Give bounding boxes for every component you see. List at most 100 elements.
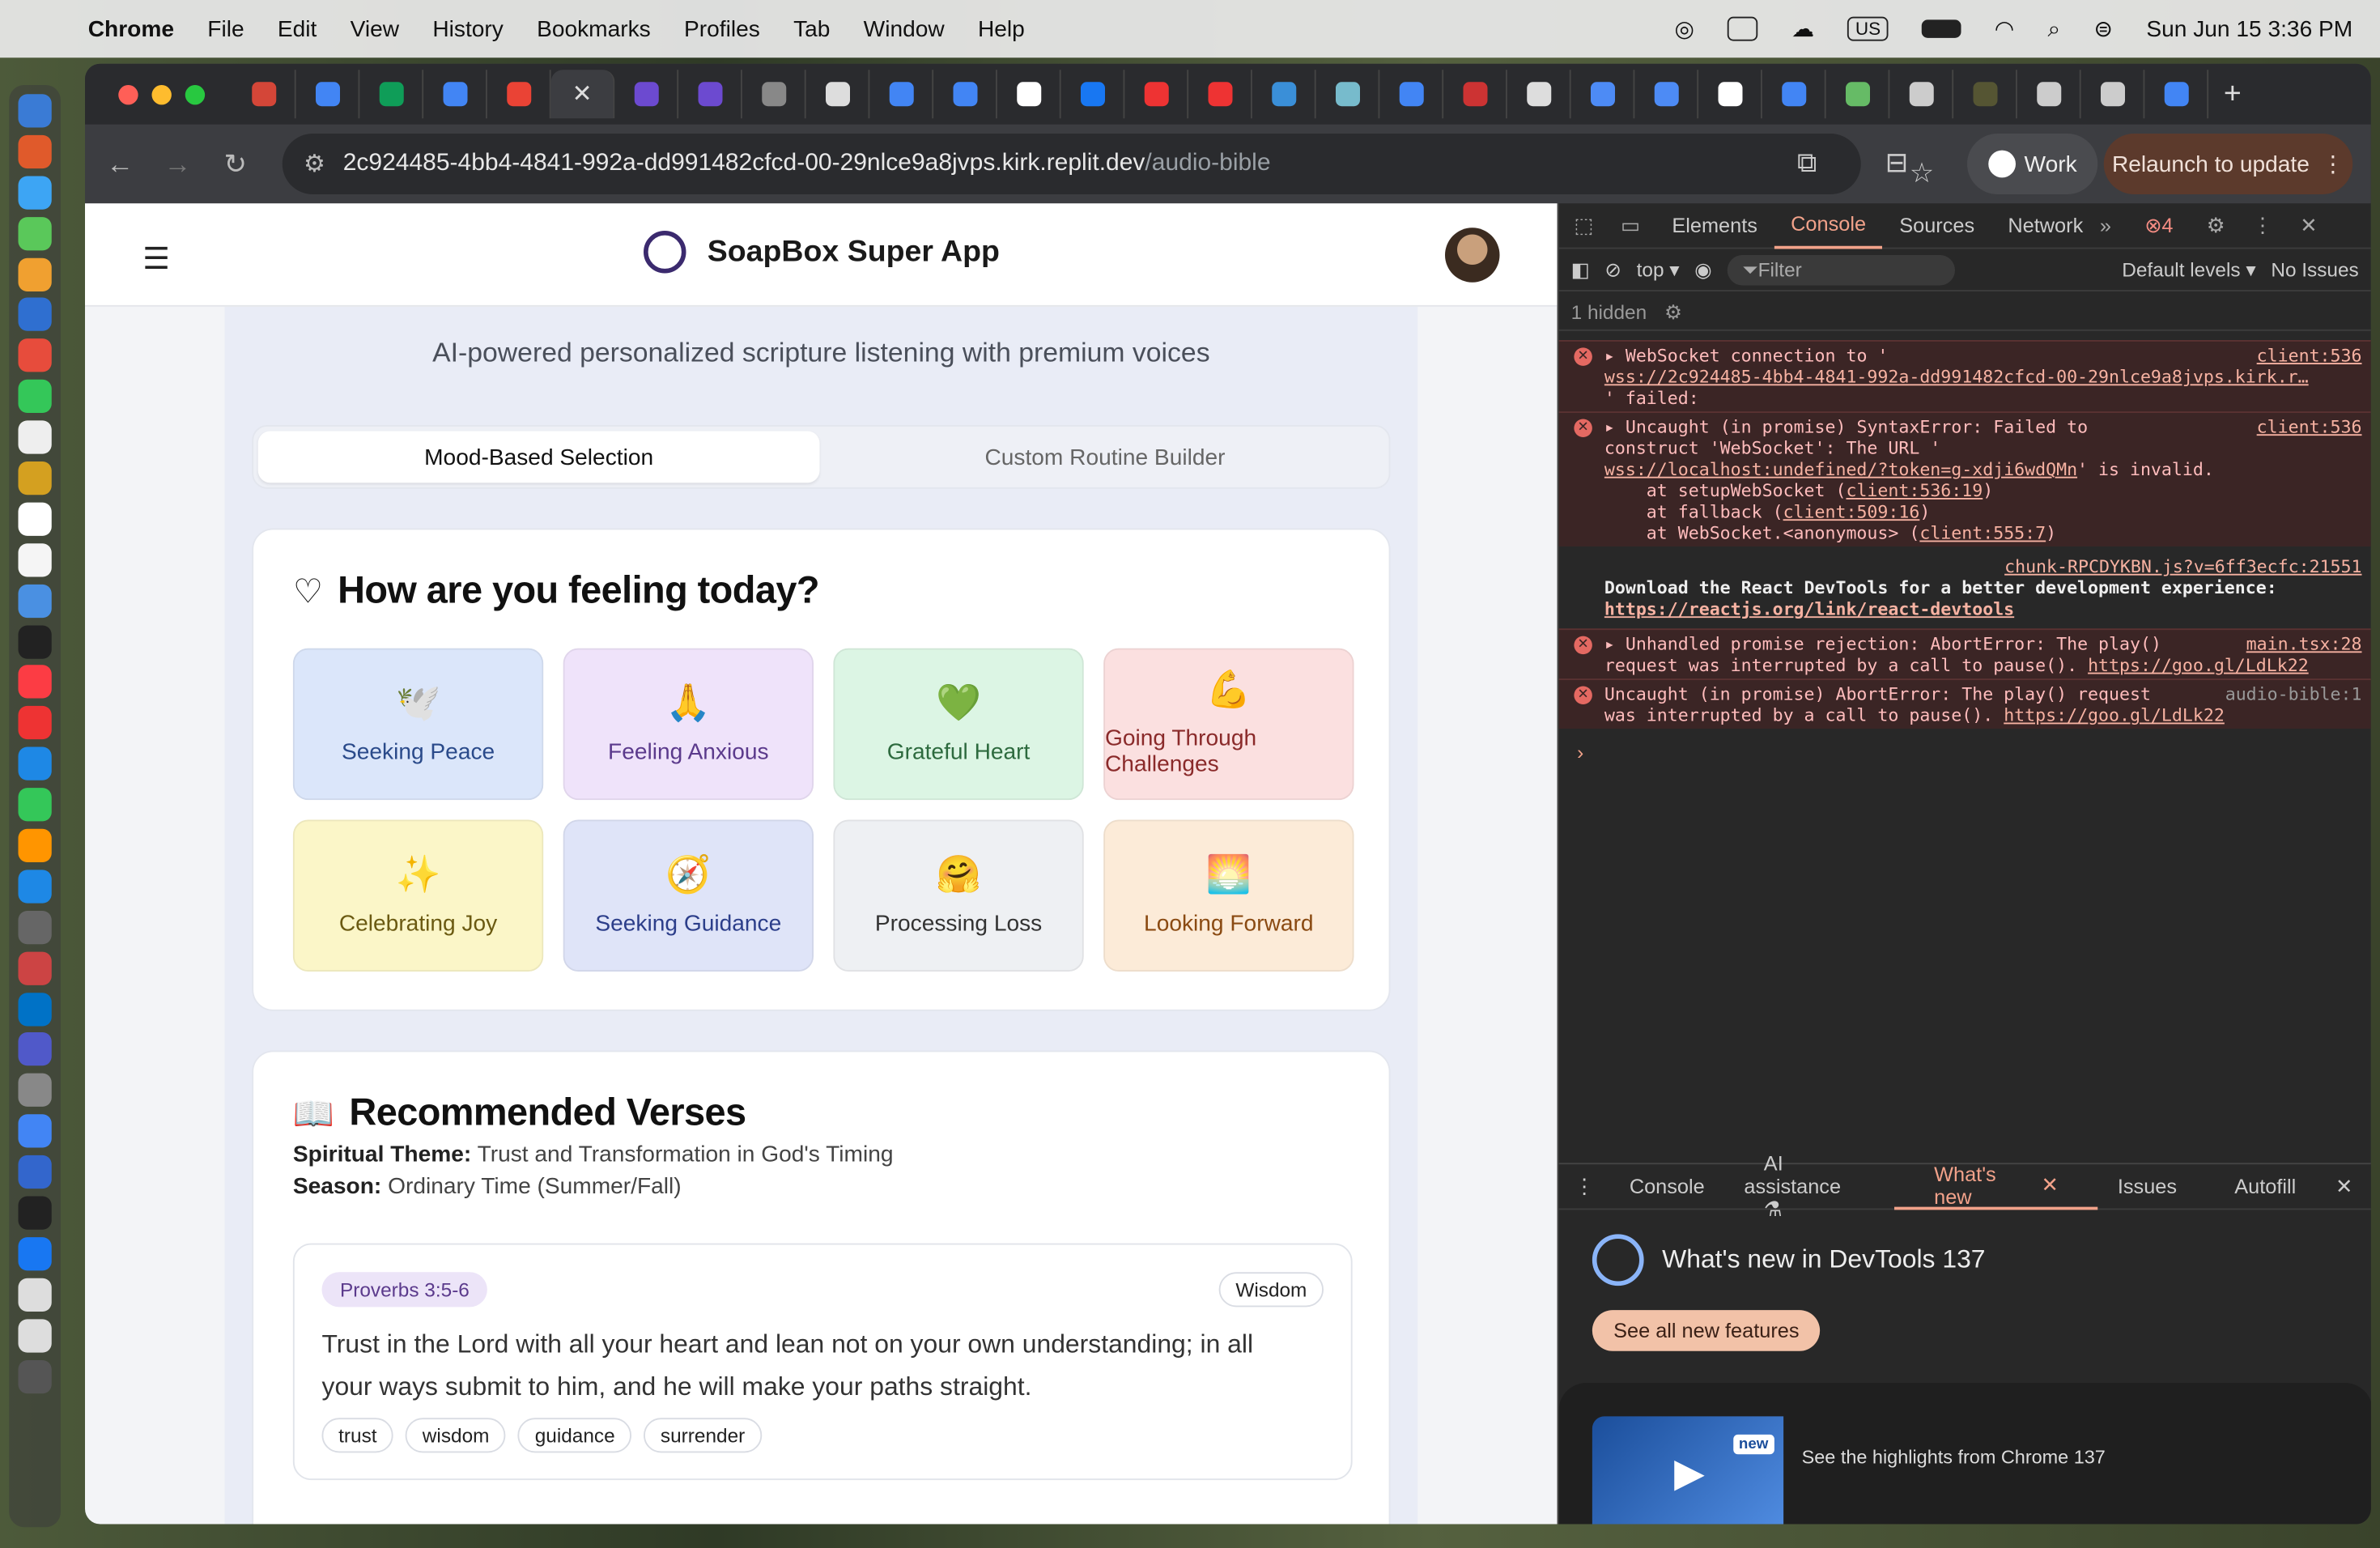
verse-tag[interactable]: trust [321, 1418, 394, 1453]
log-link[interactable]: wss://localhost:undefined/?token=g-xdji6… [1604, 458, 2077, 479]
dock-app-icon[interactable] [18, 828, 52, 863]
hamburger-menu-icon[interactable]: ☰ [142, 240, 170, 278]
new-tab-button[interactable]: + [2224, 77, 2242, 112]
reload-button[interactable]: ↻ [206, 148, 264, 180]
log-link[interactable]: wss://2c924485-4bb4-4841-992a-dd991482cf… [1604, 366, 2362, 387]
browser-tab[interactable] [1571, 70, 1635, 119]
device-toolbar-icon[interactable]: ▭ [1605, 213, 1655, 237]
minimize-window-button[interactable] [151, 84, 172, 104]
settings-gear-icon[interactable]: ⚙ [2207, 213, 2225, 237]
dock-app-icon[interactable] [18, 1318, 52, 1353]
site-info-icon[interactable]: ⚙ [304, 149, 325, 180]
bookmark-star-icon[interactable]: ☆ [1910, 158, 1934, 189]
console-error[interactable]: ✕ main.tsx:28 ▸ Unhandled promise reject… [1558, 628, 2371, 679]
browser-tab[interactable] [1953, 70, 2017, 119]
browser-tab[interactable] [614, 70, 679, 119]
dock-app-icon[interactable] [18, 257, 52, 291]
mood-option[interactable]: 🙏 Feeling Anxious [563, 648, 814, 801]
browser-tab[interactable] [1188, 70, 1252, 119]
drawer-menu-icon[interactable]: ⋮ [1559, 1174, 1610, 1198]
dock-app-icon[interactable] [18, 502, 52, 536]
drawer-tab-whats-new[interactable]: What's new ✕ [1894, 1162, 2098, 1210]
close-window-button[interactable] [118, 84, 138, 104]
dock-app-icon[interactable] [18, 1278, 52, 1312]
tab-mood-based[interactable]: Mood-Based Selection [257, 431, 820, 483]
source-link[interactable]: audio-bible:1 [2225, 683, 2362, 704]
log-link[interactable]: client:509:16 [1783, 501, 1920, 522]
inspect-element-icon[interactable]: ⬚ [1559, 213, 1606, 237]
console-info[interactable]: chunk-RPCDYKBN.js?v=6ff3ecfc:21551 Downl… [1559, 546, 2371, 623]
browser-tab[interactable] [1507, 70, 1571, 119]
mood-option[interactable]: 💚 Grateful Heart [833, 648, 1084, 801]
browser-tab[interactable] [423, 70, 487, 119]
dock-app-icon[interactable] [18, 951, 52, 985]
highlights-promo[interactable]: ▶ new See the highlights from Chrome 137 [1558, 1383, 2371, 1525]
browser-tab[interactable] [2144, 70, 2209, 119]
browser-tab[interactable] [806, 70, 870, 119]
browser-tab[interactable] [933, 70, 997, 119]
search-lens-icon[interactable]: ⊟ [1885, 147, 1908, 179]
mood-option[interactable]: 🌅 Looking Forward [1103, 819, 1354, 972]
dock-app-icon[interactable] [18, 380, 52, 414]
log-link[interactable]: client:555:7 [1919, 522, 2046, 543]
source-link[interactable]: client:536 [2257, 345, 2362, 366]
app-brand[interactable]: SoapBox Super App [644, 231, 1000, 274]
control-center-icon[interactable]: ⊜ [2094, 15, 2114, 43]
spotlight-search-icon[interactable]: ⌕ [2048, 16, 2061, 42]
dock-app-icon[interactable] [18, 461, 52, 495]
tab-network[interactable]: Network [1991, 214, 2100, 236]
close-drawer-icon[interactable]: ✕ [2316, 1174, 2371, 1198]
forward-button[interactable]: → [149, 148, 206, 180]
menubar-clock[interactable]: Sun Jun 15 3:36 PM [2146, 16, 2352, 42]
dock-app-icon[interactable] [18, 584, 52, 618]
tab-elements[interactable]: Elements [1655, 214, 1774, 236]
dock-app-icon[interactable] [18, 1114, 52, 1148]
close-devtools-icon[interactable]: ✕ [2300, 213, 2317, 237]
mood-option[interactable]: 🧭 Seeking Guidance [563, 819, 814, 972]
verse-tag[interactable]: surrender [644, 1418, 762, 1453]
mood-option[interactable]: ✨ Celebrating Joy [292, 819, 544, 972]
wifi-icon[interactable]: ◠ [1995, 15, 2015, 43]
menu-view[interactable]: View [351, 16, 399, 42]
dock-app-icon[interactable] [18, 1074, 52, 1108]
extensions-icon[interactable]: ⧉ [1797, 147, 1817, 179]
log-levels-select[interactable]: Default levels ▾ [2122, 257, 2255, 282]
console-filter-input[interactable]: ⏷ Filter [1727, 254, 1955, 285]
menu-edit[interactable]: Edit [278, 16, 317, 42]
dock-app-icon[interactable] [18, 992, 52, 1026]
browser-tab[interactable] [232, 70, 296, 119]
tab-console[interactable]: Console [1774, 202, 1883, 249]
browser-tab[interactable] [2017, 70, 2081, 119]
verse-card[interactable]: Proverbs 3:5-6 Wisdom Trust in the Lord … [292, 1243, 1353, 1481]
dock-app-icon[interactable] [18, 216, 52, 250]
battery-icon[interactable] [1921, 19, 1961, 38]
dock-app-icon[interactable] [18, 746, 52, 781]
context-select[interactable]: top ▾ [1637, 257, 1680, 282]
console-error[interactable]: ✕ audio-bible:1 Uncaught (in promise) Ab… [1558, 678, 2371, 729]
tab-sources[interactable]: Sources [1883, 214, 1991, 236]
menu-tab[interactable]: Tab [793, 16, 830, 42]
dock-app-icon[interactable] [18, 788, 52, 822]
browser-tab[interactable] [359, 70, 424, 119]
dock-app-icon[interactable] [18, 666, 52, 700]
log-link[interactable]: https://goo.gl/LdLk22 [2004, 704, 2225, 725]
log-link[interactable]: client:536:19 [1846, 480, 1983, 501]
browser-tab[interactable] [1379, 70, 1444, 119]
mood-option[interactable]: 💪 Going Through Challenges [1103, 648, 1354, 801]
log-link[interactable]: https://reactjs.org/link/react-devtools [1604, 598, 2362, 619]
console-settings-icon[interactable]: ⚙ [1664, 300, 1682, 323]
console-error[interactable]: ✕ client:536 ▸ WebSocket connection to '… [1558, 340, 2371, 412]
dock-app-icon[interactable] [18, 298, 52, 332]
drawer-tab-autofill[interactable]: Autofill [2215, 1175, 2316, 1197]
menu-help[interactable]: Help [978, 16, 1025, 42]
status-icon[interactable]: ☁ [1791, 15, 1814, 43]
address-bar[interactable]: ⚙ 2c924485-4bb4-4841-992a-dd991482cfcd-0… [282, 134, 1934, 194]
drawer-tab-console[interactable]: Console [1609, 1175, 1724, 1197]
browser-tab[interactable] [2081, 70, 2145, 119]
browser-tab[interactable] [997, 70, 1061, 119]
menu-file[interactable]: File [207, 16, 244, 42]
browser-tab[interactable] [1698, 70, 1762, 119]
dock-app-icon[interactable] [18, 1359, 52, 1393]
browser-tab[interactable] [678, 70, 742, 119]
browser-tab[interactable] [1316, 70, 1380, 119]
